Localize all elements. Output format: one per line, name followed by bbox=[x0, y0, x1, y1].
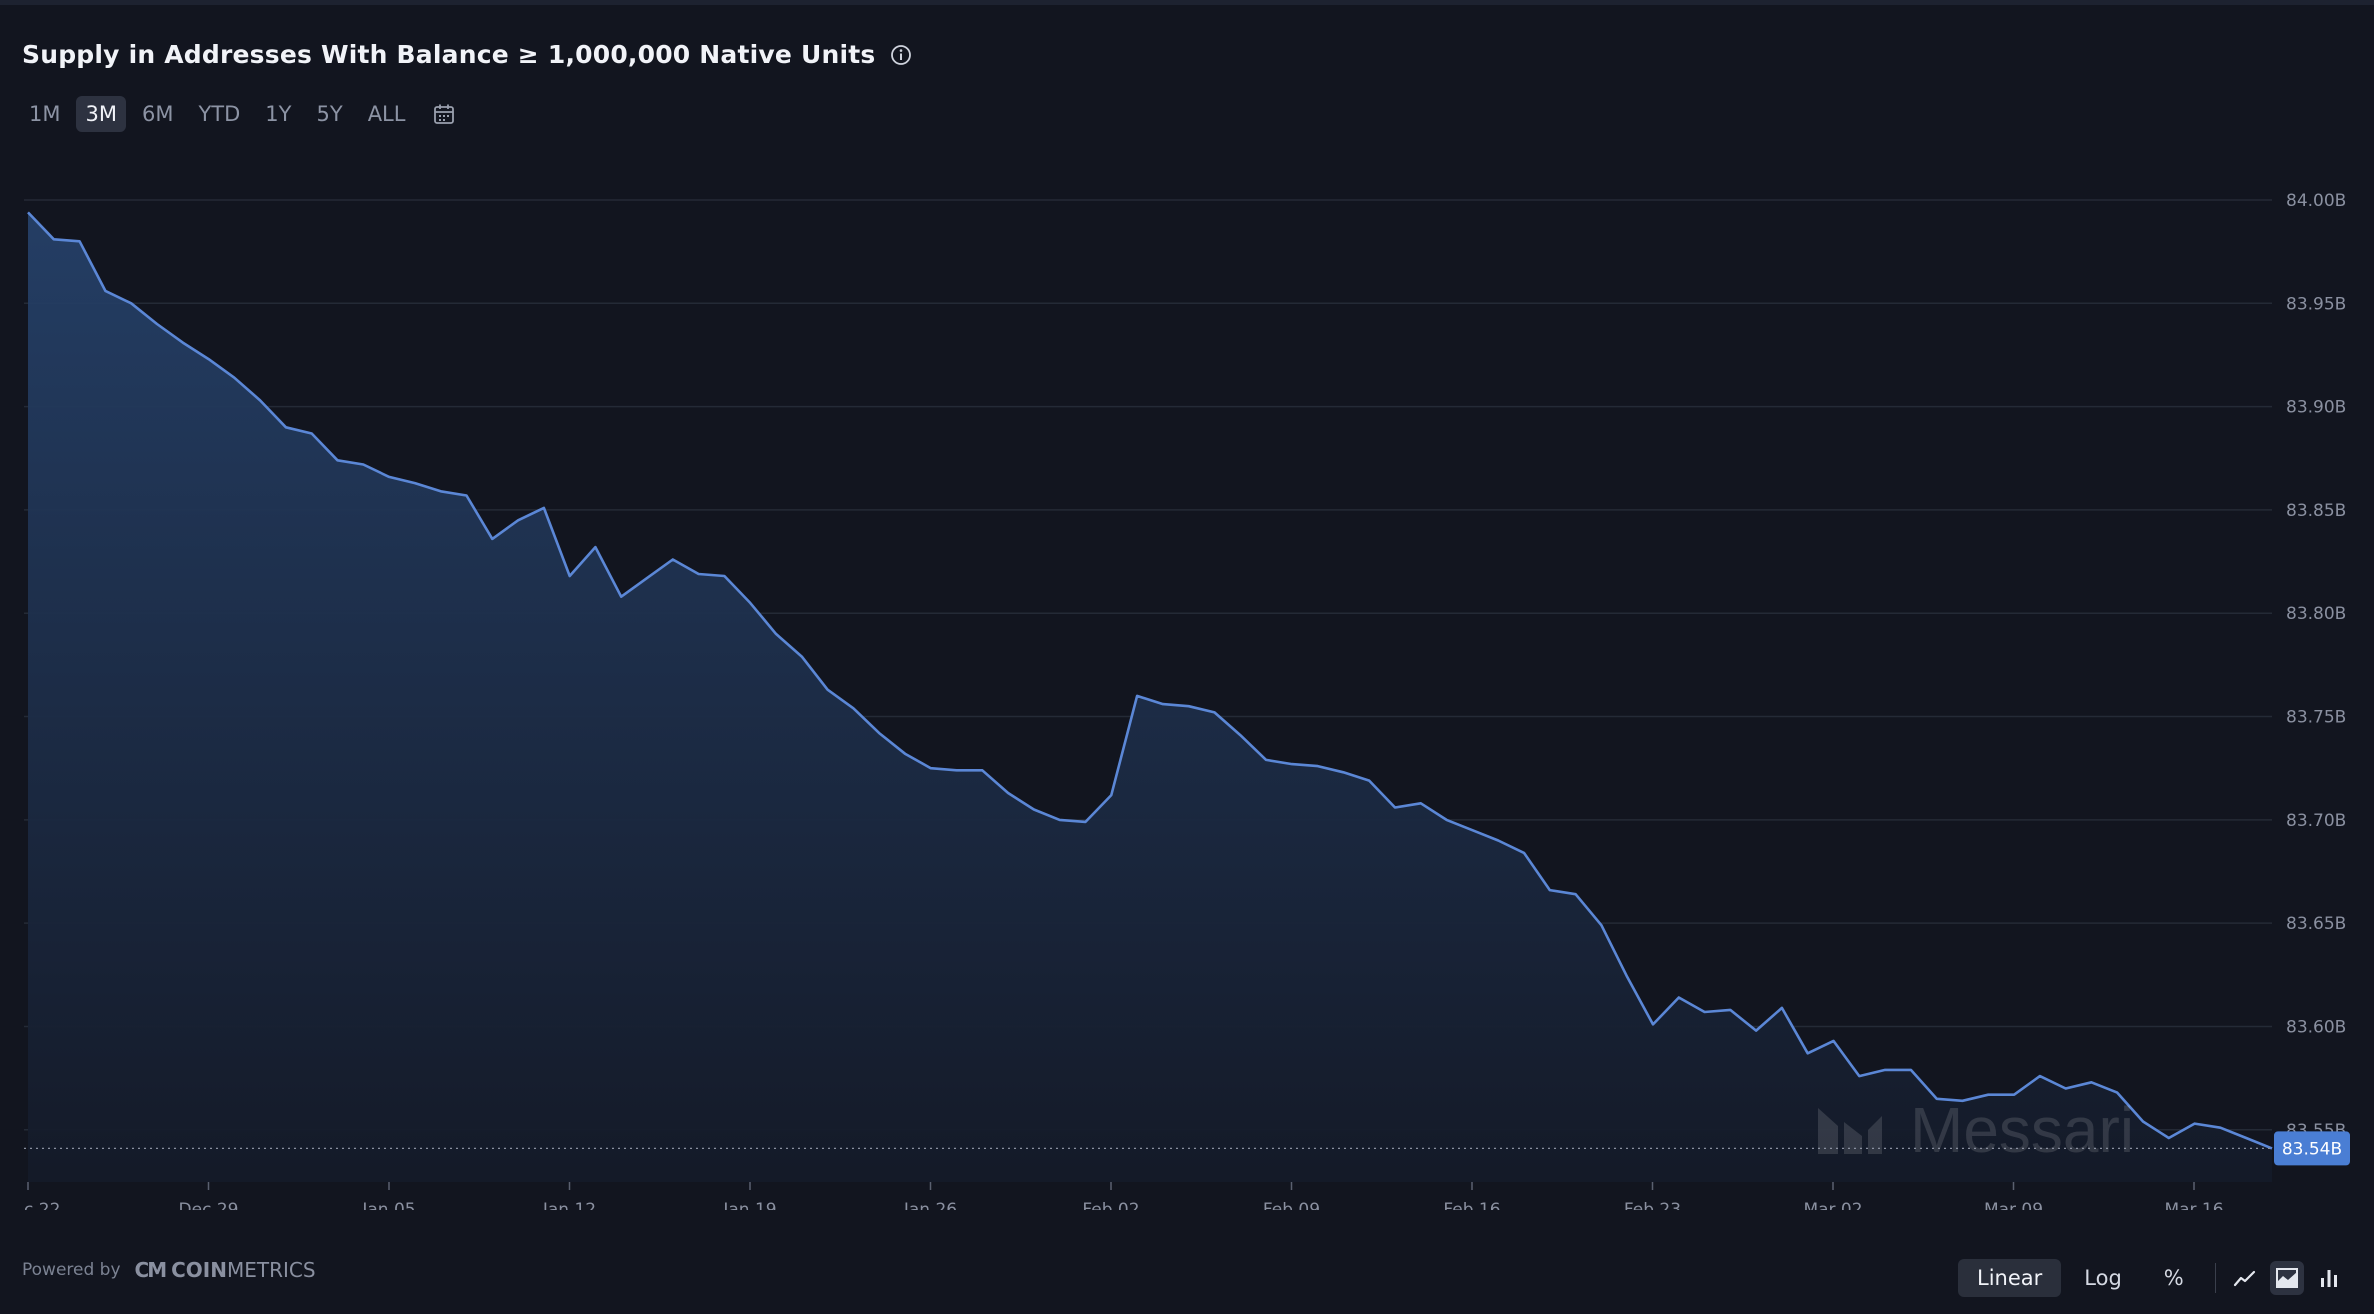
toolbar-divider bbox=[2214, 1263, 2216, 1293]
area-chart-icon[interactable] bbox=[2269, 1261, 2304, 1295]
x-tick-label: Dec 29 bbox=[179, 1200, 239, 1210]
top-divider bbox=[0, 0, 2374, 5]
area-chart[interactable]: 84.00B 83.95B 83.90B 83.85B 83.80B 83.75B 83.7… bbox=[0, 150, 2374, 1210]
series-area bbox=[28, 212, 2272, 1182]
range-button-5y[interactable]: 5Y bbox=[307, 96, 351, 132]
bar-chart-icon[interactable] bbox=[2312, 1261, 2346, 1295]
powered-by-label: Powered by bbox=[22, 1260, 121, 1280]
x-tick-label: Mar 02 bbox=[1803, 1200, 1862, 1210]
range-button-all[interactable]: ALL bbox=[359, 96, 415, 132]
coinmetrics-word-bold: COIN bbox=[171, 1258, 227, 1282]
x-tick-label: Mar 09 bbox=[1984, 1200, 2043, 1210]
scale-log-button[interactable]: Log bbox=[2065, 1259, 2141, 1297]
x-tick-label: Feb 09 bbox=[1263, 1200, 1320, 1210]
range-button-3m[interactable]: 3M bbox=[76, 96, 126, 132]
y-tick-label: 83.85B bbox=[2286, 501, 2346, 521]
messari-watermark: Messari bbox=[1910, 1094, 2134, 1166]
x-tick-label: Feb 23 bbox=[1624, 1200, 1681, 1210]
chart-header: Supply in Addresses With Balance ≥ 1,000… bbox=[22, 40, 913, 69]
scale-linear-button[interactable]: Linear bbox=[1958, 1259, 2062, 1297]
x-tick-label: Jan 05 bbox=[361, 1200, 415, 1210]
y-tick-label: 83.70B bbox=[2286, 811, 2346, 831]
scale-selector: Linear Log % bbox=[1958, 1259, 2354, 1297]
x-tick-label: Jan 26 bbox=[903, 1200, 957, 1210]
time-range-selector: 1M 3M 6M YTD 1Y 5Y ALL bbox=[20, 96, 457, 132]
y-tick-label: 83.95B bbox=[2286, 294, 2346, 314]
y-tick-label: 84.00B bbox=[2286, 191, 2346, 211]
y-tick-label: 83.65B bbox=[2286, 914, 2346, 934]
x-tick-label: Jan 19 bbox=[722, 1200, 776, 1210]
scale-percent-button[interactable]: % bbox=[2145, 1259, 2203, 1297]
y-tick-label: 83.60B bbox=[2286, 1017, 2346, 1037]
coinmetrics-logo: CM COIN METRICS bbox=[135, 1258, 316, 1282]
coinmetrics-word-light: METRICS bbox=[226, 1258, 316, 1282]
x-tick-label: Feb 02 bbox=[1082, 1200, 1139, 1210]
powered-by: Powered by CM COIN METRICS bbox=[22, 1258, 316, 1282]
y-tick-label: 83.75B bbox=[2286, 708, 2346, 728]
range-button-1y[interactable]: 1Y bbox=[256, 96, 300, 132]
chart-title: Supply in Addresses With Balance ≥ 1,000… bbox=[22, 40, 876, 69]
x-tick-label: Mar 16 bbox=[2164, 1200, 2223, 1210]
info-icon[interactable] bbox=[889, 43, 913, 67]
range-button-6m[interactable]: 6M bbox=[133, 96, 182, 132]
y-tick-label: 83.80B bbox=[2286, 604, 2346, 624]
current-value-label: 83.54B bbox=[2282, 1139, 2342, 1159]
x-tick-label: c 22 bbox=[24, 1200, 60, 1210]
calendar-icon[interactable] bbox=[431, 101, 457, 127]
range-button-1m[interactable]: 1M bbox=[20, 96, 69, 132]
coinmetrics-mark: CM bbox=[134, 1258, 168, 1282]
line-chart-icon[interactable] bbox=[2228, 1261, 2262, 1295]
y-tick-label: 83.90B bbox=[2286, 398, 2346, 418]
range-button-ytd[interactable]: YTD bbox=[189, 96, 249, 132]
x-tick-label: Jan 12 bbox=[542, 1200, 596, 1210]
x-tick-label: Feb 16 bbox=[1443, 1200, 1500, 1210]
